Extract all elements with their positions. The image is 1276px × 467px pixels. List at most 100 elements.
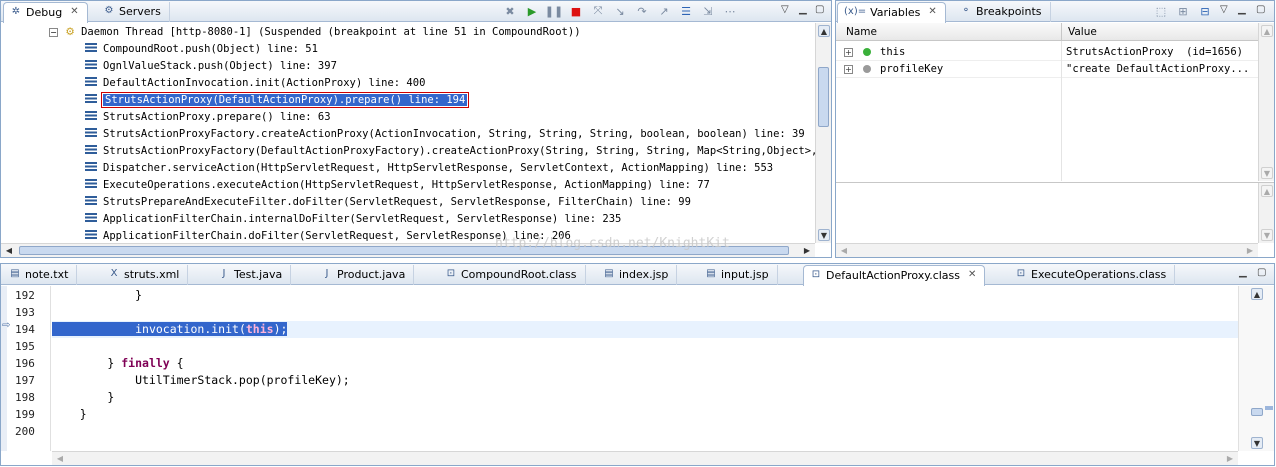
show-type-names-icon[interactable]: ⬚ [1152, 3, 1170, 19]
scroll-up-icon[interactable]: ▲ [1261, 185, 1273, 197]
editor-tab[interactable]: ⊡ ExecuteOperations.class [1009, 265, 1176, 285]
close-icon[interactable]: ✕ [928, 6, 936, 17]
scroll-left-icon[interactable]: ◀ [838, 245, 850, 257]
expand-icon[interactable]: + [844, 48, 853, 57]
minimize-icon[interactable]: ▁ [1238, 4, 1246, 15]
close-icon[interactable]: ✕ [70, 6, 78, 17]
view-menu-chevron-icon[interactable]: ▽ [1220, 4, 1228, 15]
scroll-down-icon[interactable]: ▼ [1261, 229, 1273, 241]
column-name[interactable]: Name [846, 26, 877, 38]
editor-tab[interactable]: ▤ index.jsp [597, 265, 678, 285]
editor-tab[interactable]: ▤ input.jsp [699, 265, 778, 285]
code-text: } [52, 407, 87, 421]
overview-marker[interactable] [1265, 406, 1273, 410]
scroll-up-icon[interactable]: ▲ [1251, 288, 1263, 300]
overview-ruler[interactable]: ▲ ▼ [1238, 286, 1274, 451]
code-editor[interactable]: } invocation.init(this); } finally { Uti… [52, 286, 1238, 451]
tab-breakpoints[interactable]: ⚬ Breakpoints [954, 2, 1051, 22]
stack-frame[interactable]: ApplicationFilterChain.internalDoFilter(… [85, 211, 621, 228]
stack-frame[interactable]: StrutsActionProxyFactory.createActionPro… [85, 126, 805, 143]
tab-servers[interactable]: ⚙ Servers [97, 2, 170, 22]
scroll-thumb[interactable] [818, 67, 829, 127]
scroll-up-icon[interactable]: ▲ [818, 25, 830, 37]
editor-tab[interactable]: J Test.java [212, 265, 292, 285]
scroll-down-icon[interactable]: ▼ [1251, 437, 1263, 449]
editor-tab-label: ExecuteOperations.class [1031, 268, 1167, 281]
stack-frame[interactable]: StrutsActionProxy.prepare() line: 63 [85, 109, 331, 126]
scroll-right-icon[interactable]: ▶ [1244, 245, 1256, 257]
close-icon[interactable]: ✕ [968, 269, 976, 280]
editor-tab[interactable]: ⊡ CompoundRoot.class [439, 265, 586, 285]
suspend-icon[interactable]: ❚❚ [545, 3, 563, 19]
stack-frame-icon [85, 60, 97, 70]
code-text: } [52, 390, 115, 404]
resume-icon[interactable]: ▶ [523, 3, 541, 19]
tab-variables-label: Variables [870, 6, 921, 19]
editor-vertical-scrollbar[interactable]: ▲ ▼ [1249, 286, 1265, 451]
tab-variables[interactable]: (x)= Variables ✕ [837, 2, 946, 23]
tab-debug[interactable]: ✲ Debug ✕ [3, 2, 88, 23]
vertical-ruler[interactable] [1, 286, 7, 451]
stack-frame[interactable]: OgnlValueStack.push(Object) line: 397 [85, 58, 337, 75]
scroll-right-icon[interactable]: ▶ [801, 245, 813, 257]
minimize-icon[interactable]: ▁ [799, 4, 807, 15]
scroll-left-icon[interactable]: ◀ [54, 453, 66, 465]
maximize-icon[interactable]: ▢ [1257, 267, 1266, 278]
thread-row[interactable]: − ⚙ Daemon Thread [http-8080-1] (Suspend… [49, 24, 581, 41]
editor-tab[interactable]: Xstruts.xml [102, 265, 189, 285]
editor-tab[interactable]: ▤ note.txt [3, 265, 78, 285]
terminate-icon[interactable]: ■ [567, 3, 585, 19]
keyword-finally: finally [121, 356, 170, 370]
editor-horizontal-scrollbar[interactable]: ◀ ▶ [52, 451, 1238, 465]
stack-frame[interactable]: ExecuteOperations.executeAction(HttpServ… [85, 177, 710, 194]
stack-frame-icon [85, 77, 97, 87]
editor-tab-label: input.jsp [721, 268, 769, 281]
editor-tab-active[interactable]: ⊡ DefaultActionProxy.class ✕ [803, 265, 986, 286]
scroll-thumb[interactable] [1251, 408, 1263, 416]
line-number-gutter[interactable]: ⇨ 192 193 194 195 196 197 198 199 200 [1, 286, 51, 451]
scroll-right-icon[interactable]: ▶ [1224, 453, 1236, 465]
view-menu-icon[interactable]: ⋯ [721, 3, 739, 19]
maximize-icon[interactable]: ▢ [1256, 4, 1265, 15]
disconnect-icon[interactable]: ⤧ [589, 3, 607, 19]
step-into-icon[interactable]: ↘ [611, 3, 629, 19]
editor-tab[interactable]: J Product.java [315, 265, 415, 285]
scroll-up-icon[interactable]: ▲ [1261, 25, 1273, 37]
variable-row[interactable]: + this StrutsActionProxy (id=1656) [836, 44, 1258, 61]
column-value[interactable]: Value [1068, 26, 1097, 38]
scroll-left-icon[interactable]: ◀ [3, 245, 15, 257]
detail-vertical-scrollbar[interactable]: ▲ ▼ [1258, 183, 1274, 243]
step-return-icon[interactable]: ↗ [655, 3, 673, 19]
variable-row[interactable]: + profileKey "create DefaultActionProxy.… [836, 61, 1258, 78]
stack-frame[interactable]: DefaultActionInvocation.init(ActionProxy… [85, 75, 425, 92]
variables-detail-divider[interactable] [836, 182, 1274, 183]
maximize-icon[interactable]: ▢ [815, 4, 824, 15]
column-divider[interactable] [1061, 23, 1062, 41]
detail-horizontal-scrollbar[interactable]: ◀ ▶ [836, 243, 1258, 257]
scroll-down-icon[interactable]: ▼ [1261, 167, 1273, 179]
stack-frame-icon [85, 111, 97, 121]
stack-frame[interactable]: StrutsPrepareAndExecuteFilter.doFilter(S… [85, 194, 691, 211]
view-menu-chevron-icon[interactable]: ▽ [781, 4, 789, 15]
stack-frame[interactable]: StrutsActionProxyFactory(DefaultActionPr… [85, 143, 815, 160]
servers-icon: ⚙ [104, 5, 114, 16]
expand-icon[interactable]: + [844, 65, 853, 74]
debug-vertical-scrollbar[interactable]: ▲ ▼ [815, 23, 831, 243]
code-line: } [52, 406, 1238, 423]
show-logical-structure-icon[interactable]: ⊞ [1174, 3, 1192, 19]
field-default-icon [863, 65, 871, 73]
collapse-icon[interactable]: − [49, 28, 58, 37]
collapse-all-icon[interactable]: ⊟ [1196, 3, 1214, 19]
minimize-icon[interactable]: ▁ [1239, 267, 1247, 278]
use-step-filters-icon[interactable]: ⇲ [699, 3, 717, 19]
drop-to-frame-icon[interactable]: ☰ [677, 3, 695, 19]
scroll-down-icon[interactable]: ▼ [818, 229, 830, 241]
step-over-icon[interactable]: ↷ [633, 3, 651, 19]
stack-frame[interactable]: CompoundRoot.push(Object) line: 51 [85, 41, 318, 58]
stack-frame[interactable]: Dispatcher.serviceAction(HttpServletRequ… [85, 160, 773, 177]
variables-vertical-scrollbar[interactable]: ▲ ▼ [1258, 23, 1274, 181]
stack-frame-selected[interactable]: StrutsActionProxy(DefaultActionProxy).pr… [85, 92, 470, 109]
remove-launches-icon[interactable]: ✖ [501, 3, 519, 19]
code-line: } [52, 287, 1238, 304]
code-text: { [169, 356, 184, 370]
